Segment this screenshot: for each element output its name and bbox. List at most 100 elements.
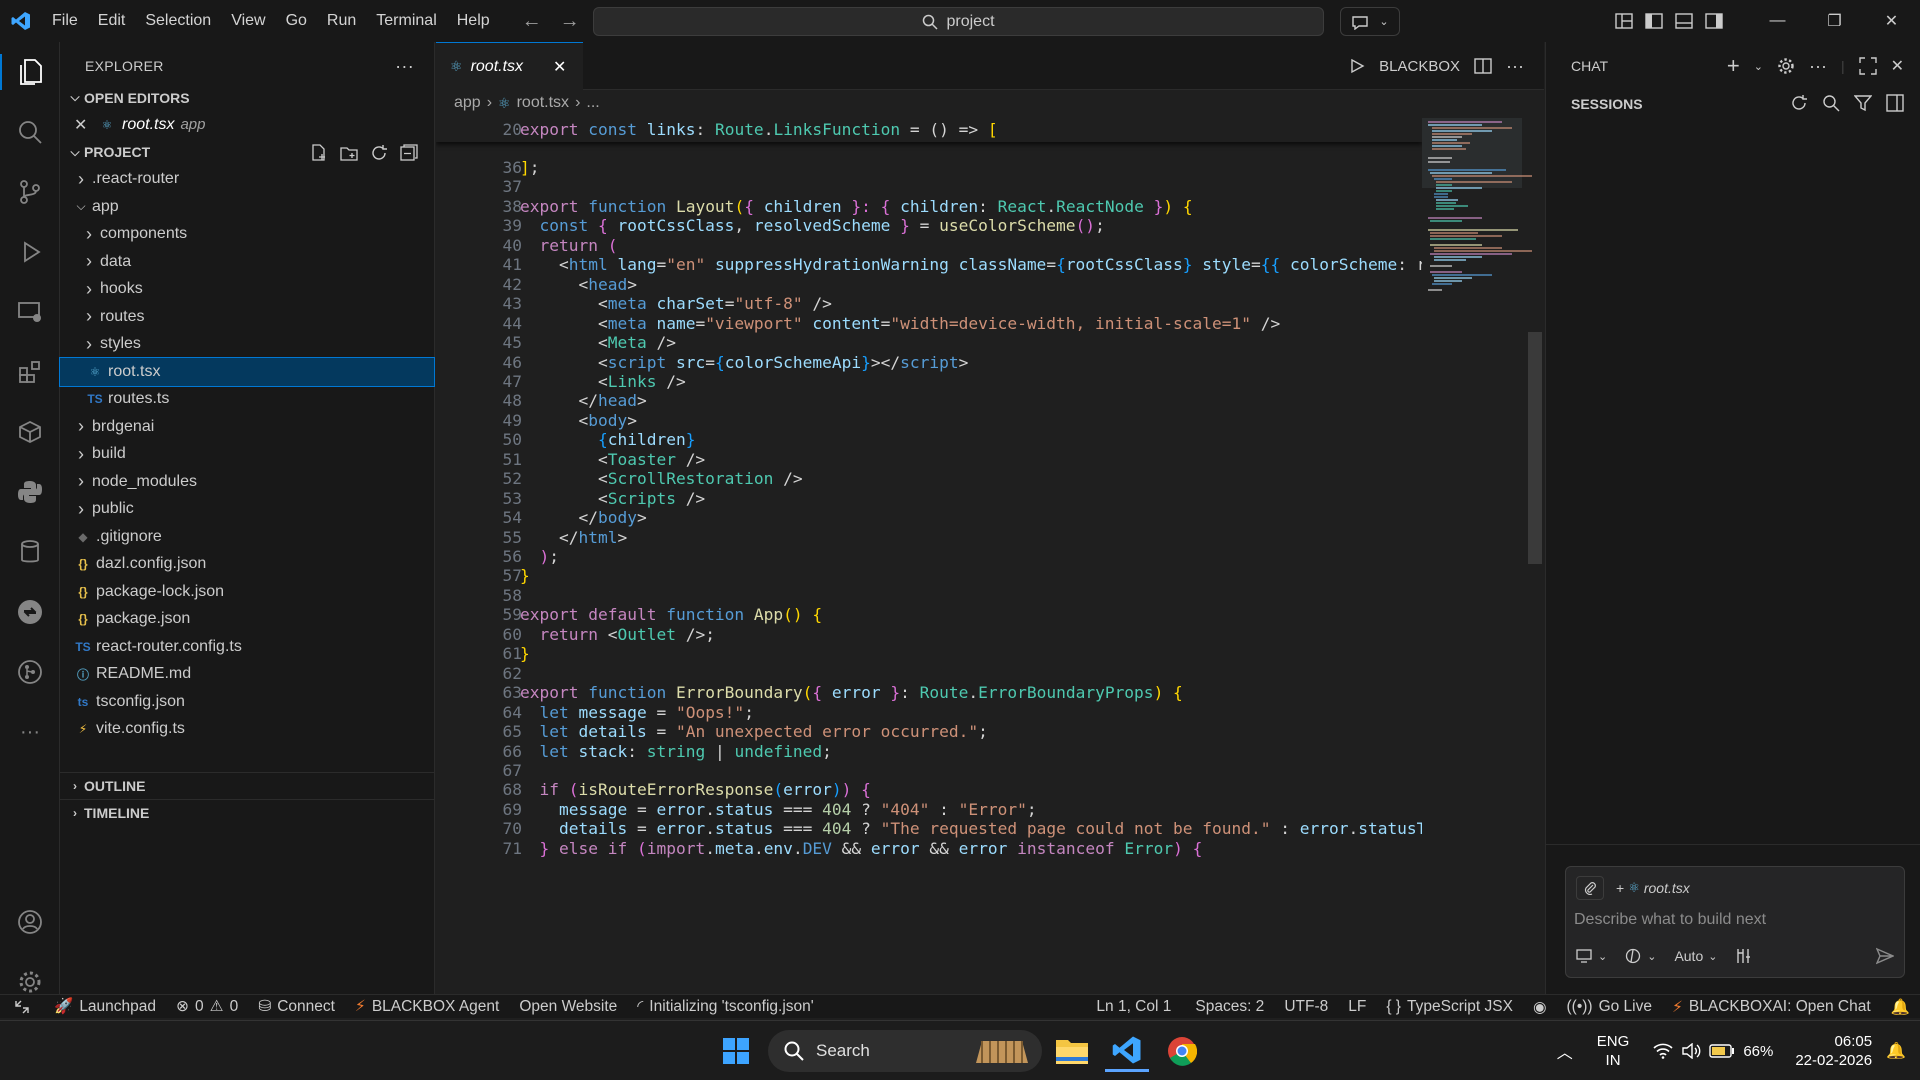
notifications-bell[interactable]: 🔔 — [1881, 995, 1920, 1019]
copilot-status[interactable]: ◉ — [1523, 995, 1557, 1019]
containers-icon[interactable] — [0, 402, 60, 462]
minimap[interactable] — [1422, 118, 1544, 1018]
auto-mode-dropdown[interactable]: Auto ⌄ — [1674, 948, 1717, 964]
tree-folder[interactable]: › styles — [60, 331, 434, 359]
explorer-icon[interactable] — [0, 42, 60, 102]
filter-icon[interactable] — [1854, 94, 1872, 112]
tree-file[interactable]: TS routes.ts — [60, 386, 434, 414]
tree-file[interactable]: ⚛ root.tsx — [59, 357, 435, 387]
project-section[interactable]: ⌵ PROJECT — [60, 139, 434, 166]
breadcrumb-file[interactable]: root.tsx — [517, 94, 569, 112]
more-actions-icon[interactable]: ··· — [1506, 56, 1524, 77]
toggle-sidebar-icon[interactable] — [1886, 94, 1904, 112]
agent-mode-dropdown[interactable]: ⌄ — [1576, 949, 1607, 963]
restore-button[interactable]: ❐ — [1806, 0, 1863, 42]
end-of-line[interactable]: LF — [1338, 995, 1376, 1019]
close-tab-icon[interactable]: ✕ — [553, 57, 566, 77]
source-control-icon[interactable] — [0, 162, 60, 222]
account-icon[interactable] — [0, 892, 60, 952]
blackbox-chat-button[interactable]: ⚡ BLACKBOXAI: Open Chat — [1662, 995, 1881, 1019]
go-live-button[interactable]: ((•)) Go Live — [1557, 995, 1663, 1019]
tree-folder[interactable]: › brdgenai — [60, 413, 434, 441]
customize-layout-icon[interactable] — [1609, 0, 1639, 42]
open-website-button[interactable]: Open Website — [509, 995, 627, 1019]
refresh-icon[interactable] — [370, 144, 388, 162]
toggle-secondary-sidebar-icon[interactable] — [1699, 0, 1729, 42]
tab-root-tsx[interactable]: ⚛ root.tsx ✕ — [436, 42, 583, 90]
tree-file[interactable]: {} package.json — [60, 606, 434, 634]
vscode-app[interactable] — [1105, 1030, 1149, 1072]
encoding[interactable]: UTF-8 — [1274, 995, 1338, 1019]
breadcrumb-symbol[interactable]: ... — [586, 94, 599, 112]
cursor-position[interactable]: Ln 1, Col 1 — [1086, 995, 1185, 1019]
tree-file[interactable]: ◆ .gitignore — [60, 523, 434, 551]
tree-file[interactable]: ⓘ README.md — [60, 661, 434, 689]
minimize-button[interactable]: ― — [1749, 0, 1806, 42]
launchpad-button[interactable]: 🚀 Launchpad — [44, 995, 166, 1019]
input-language[interactable]: ENG IN — [1597, 1032, 1630, 1070]
more-actions-icon[interactable]: ··· — [1809, 56, 1827, 77]
language-mode[interactable]: { } TypeScript JSX — [1376, 995, 1523, 1019]
more-views-icon[interactable]: ··· — [0, 702, 60, 762]
blackbox-run-label[interactable]: BLACKBOX — [1379, 58, 1460, 75]
blackbox-icon[interactable] — [0, 582, 60, 642]
timeline-section[interactable]: › TIMELINE — [60, 799, 435, 826]
tree-folder[interactable]: › routes — [60, 303, 434, 331]
model-dropdown[interactable]: ⌄ — [1625, 948, 1656, 964]
blackbox-agent-button[interactable]: ⚡ BLACKBOX Agent — [345, 995, 509, 1019]
tree-folder[interactable]: › build — [60, 441, 434, 469]
taskbar-search[interactable]: Search — [768, 1030, 1042, 1072]
menu-view[interactable]: View — [221, 0, 275, 42]
menu-selection[interactable]: Selection — [135, 0, 221, 42]
file-explorer-app[interactable] — [1050, 1030, 1094, 1072]
tree-file[interactable]: ts tsconfig.json — [60, 688, 434, 716]
close-icon[interactable]: ✕ — [74, 115, 96, 135]
gear-icon[interactable] — [1777, 57, 1795, 75]
remote-indicator[interactable] — [0, 995, 44, 1019]
send-icon[interactable] — [1876, 947, 1894, 965]
extensions-icon[interactable] — [0, 342, 60, 402]
toggle-primary-sidebar-icon[interactable] — [1639, 0, 1669, 42]
editor-scrollbar[interactable] — [1528, 332, 1542, 564]
open-editor-item[interactable]: ✕ ⚛ root.tsx app — [60, 111, 434, 139]
chevron-down-icon[interactable]: ⌄ — [1754, 60, 1763, 73]
tree-file[interactable]: TS react-router.config.ts — [60, 633, 434, 661]
forward-arrow-icon[interactable]: → — [560, 10, 580, 33]
close-icon[interactable]: ✕ — [1891, 56, 1904, 76]
collapse-all-icon[interactable] — [400, 143, 418, 162]
tree-file[interactable]: {} package-lock.json — [60, 578, 434, 606]
chrome-app[interactable] — [1160, 1030, 1204, 1072]
open-editors-section[interactable]: ⌵ OPEN EDITORS — [60, 84, 434, 111]
run-icon[interactable] — [1349, 58, 1365, 74]
new-chat-icon[interactable]: + — [1727, 53, 1740, 79]
back-arrow-icon[interactable]: ← — [522, 10, 542, 33]
chat-toggle-button[interactable]: ⌄ — [1340, 7, 1400, 36]
connect-button[interactable]: ⛁ Connect — [248, 995, 345, 1019]
menu-help[interactable]: Help — [447, 0, 500, 42]
search-icon[interactable] — [1822, 94, 1840, 112]
context-file-chip[interactable]: + ⚛ root.tsx — [1610, 876, 1696, 900]
chat-input-field[interactable]: Describe what to build next — [1574, 911, 1766, 929]
tree-folder[interactable]: › node_modules — [60, 468, 434, 496]
code-editor[interactable]: 36]; 37 38 export function Layout({ childre… — [436, 118, 1422, 1018]
tree-folder[interactable]: › components — [60, 221, 434, 249]
breadcrumb-folder[interactable]: app — [454, 94, 481, 112]
more-actions-icon[interactable]: ··· — [395, 56, 414, 77]
command-center-search[interactable]: project — [593, 7, 1324, 36]
quick-settings[interactable]: 66% — [1653, 1043, 1773, 1060]
tree-file[interactable]: {} dazl.config.json — [60, 551, 434, 579]
menu-run[interactable]: Run — [317, 0, 366, 42]
menu-edit[interactable]: Edit — [88, 0, 136, 42]
close-window-button[interactable]: ✕ — [1863, 0, 1920, 42]
database-icon[interactable] — [0, 522, 60, 582]
problems-button[interactable]: ⊗ 0 ⚠ 0 — [166, 995, 248, 1019]
tree-folder[interactable]: › public — [60, 496, 434, 524]
git-graph-icon[interactable] — [0, 642, 60, 702]
split-editor-icon[interactable] — [1474, 58, 1492, 74]
menu-go[interactable]: Go — [276, 0, 317, 42]
python-icon[interactable] — [0, 462, 60, 522]
tray-overflow-icon[interactable]: ︿ — [1557, 1039, 1573, 1063]
tree-folder[interactable]: › hooks — [60, 276, 434, 304]
tree-folder[interactable]: › data — [60, 248, 434, 276]
tools-icon[interactable] — [1735, 948, 1753, 964]
